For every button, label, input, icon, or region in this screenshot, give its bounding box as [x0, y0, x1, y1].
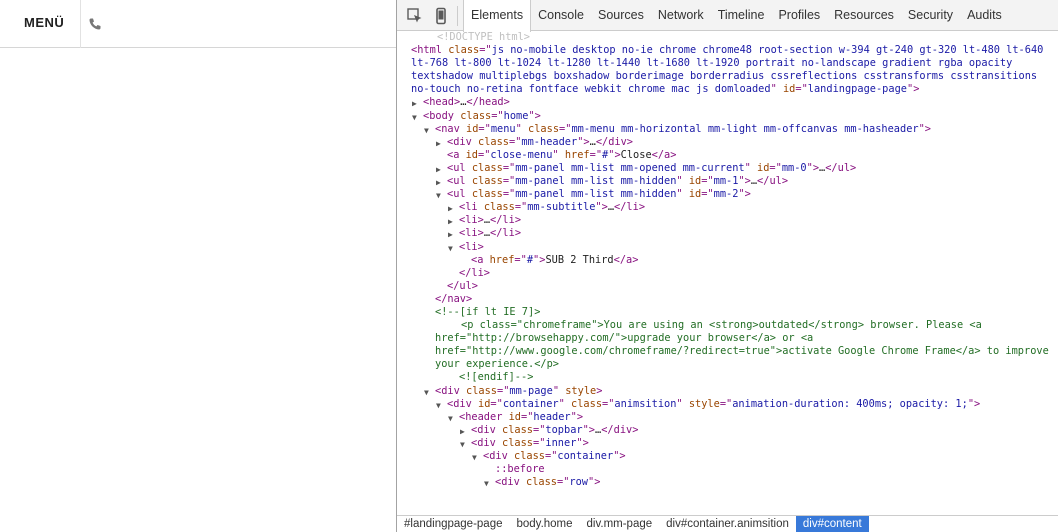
dom-node-nav[interactable]: ▼ <nav id="menu" class="mm-menu mm-horizo…	[397, 123, 1058, 136]
collapse-arrow-icon[interactable]: ▼	[436, 189, 445, 200]
expand-arrow-icon[interactable]: ▶	[436, 176, 445, 187]
dom-node-div-header[interactable]: ▶ <div class="mm-header">…</div>	[397, 136, 1058, 149]
expand-arrow-icon[interactable]: ▶	[436, 137, 445, 148]
device-mode-icon[interactable]	[432, 7, 450, 25]
dom-node-container[interactable]: ▼ <div id="container" class="animsition" …	[397, 398, 1058, 411]
tab-network[interactable]: Network	[651, 0, 711, 31]
collapse-arrow-icon[interactable]: ▼	[412, 111, 421, 122]
breadcrumb-item[interactable]: div.mm-page	[580, 516, 660, 532]
collapse-arrow-icon[interactable]: ▼	[460, 438, 469, 449]
dom-node-body[interactable]: ▼ <body class="home">	[397, 110, 1058, 123]
inspect-element-icon[interactable]	[406, 7, 424, 25]
dom-node-chromeframe[interactable]: <p class="chromeframe">You are using an …	[397, 319, 1058, 371]
topbar-divider	[80, 0, 81, 48]
dom-node-row[interactable]: ▼ <div class="row">	[397, 476, 1058, 489]
site-topbar: MENÜ	[0, 0, 396, 48]
dom-node-a-sub[interactable]: <a href="#">SUB 2 Third</a>	[397, 254, 1058, 267]
breadcrumb-item[interactable]: #landingpage-page	[397, 516, 509, 532]
tab-sources[interactable]: Sources	[591, 0, 651, 31]
collapse-arrow-icon[interactable]: ▼	[424, 386, 433, 397]
tab-elements[interactable]: Elements	[463, 0, 532, 32]
collapse-arrow-icon[interactable]: ▼	[436, 399, 445, 410]
dom-node-ul-2[interactable]: ▼ <ul class="mm-panel mm-list mm-hidden" …	[397, 188, 1058, 201]
collapse-arrow-icon[interactable]: ▼	[484, 477, 493, 488]
dom-node-ul-1[interactable]: ▶ <ul class="mm-panel mm-list mm-hidden" …	[397, 175, 1058, 188]
tab-console[interactable]: Console	[531, 0, 591, 31]
phone-icon[interactable]	[88, 17, 102, 31]
dom-node-li-subtitle[interactable]: ▶ <li class="mm-subtitle">…</li>	[397, 201, 1058, 214]
expand-arrow-icon[interactable]: ▶	[460, 425, 469, 436]
dom-node-html[interactable]: <html class="js no-mobile desktop no-ie …	[397, 44, 1058, 96]
breadcrumb-item[interactable]: div#container.animsition	[659, 516, 796, 532]
tab-timeline[interactable]: Timeline	[711, 0, 772, 31]
dom-node-ul-close[interactable]: </ul>	[397, 280, 1058, 293]
dom-node-mm-page[interactable]: ▼ <div class="mm-page" style>	[397, 385, 1058, 398]
expand-arrow-icon[interactable]: ▶	[436, 163, 445, 174]
tab-profiles[interactable]: Profiles	[771, 0, 827, 31]
devtools-panel: Elements Console Sources Network Timelin…	[396, 0, 1058, 532]
toolbar-divider	[457, 6, 458, 26]
expand-arrow-icon[interactable]: ▶	[448, 228, 457, 239]
page-preview: MENÜ	[0, 0, 396, 532]
dom-node-topbar[interactable]: ▶ <div class="topbar">…</div>	[397, 424, 1058, 437]
dom-node-ul-0[interactable]: ▶ <ul class="mm-panel mm-list mm-opened m…	[397, 162, 1058, 175]
breadcrumb-item[interactable]: body.home	[509, 516, 579, 532]
dom-node-before[interactable]: ::before	[397, 463, 1058, 476]
dom-node-li-close[interactable]: </li>	[397, 267, 1058, 280]
breadcrumb-item-active[interactable]: div#content	[795, 516, 869, 532]
dom-node-inner[interactable]: ▼ <div class="inner">	[397, 437, 1058, 450]
expand-arrow-icon[interactable]: ▶	[448, 215, 457, 226]
dom-node-inner-container[interactable]: ▼ <div class="container">	[397, 450, 1058, 463]
expand-arrow-icon[interactable]: ▶	[412, 97, 421, 108]
devtools-toolbar: Elements Console Sources Network Timelin…	[397, 0, 1058, 32]
dom-node-comment[interactable]: <!--[if lt IE 7]>	[397, 306, 1058, 319]
dom-node-li[interactable]: ▶ <li>…</li>	[397, 227, 1058, 240]
tab-audits[interactable]: Audits	[960, 0, 1009, 31]
dom-node-head[interactable]: ▶ <head>…</head>	[397, 96, 1058, 109]
dom-node-comment-end[interactable]: <![endif]-->	[397, 371, 1058, 384]
dom-node-doctype[interactable]: <!DOCTYPE html>	[397, 31, 1058, 44]
breadcrumb: #landingpage-page body.home div.mm-page …	[397, 515, 1058, 532]
expand-arrow-icon[interactable]: ▶	[448, 202, 457, 213]
menu-button[interactable]: MENÜ	[24, 15, 64, 30]
dom-node-li[interactable]: ▶ <li>…</li>	[397, 214, 1058, 227]
dom-node-a-close[interactable]: <a id="close-menu" href="#">Close</a>	[397, 149, 1058, 162]
collapse-arrow-icon[interactable]: ▼	[472, 451, 481, 462]
devtools-tabs: Elements Console Sources Network Timelin…	[463, 0, 1009, 32]
dom-node-nav-close[interactable]: </nav>	[397, 293, 1058, 306]
tab-resources[interactable]: Resources	[827, 0, 901, 31]
dom-tree: <!DOCTYPE html> <html class="js no-mobil…	[397, 31, 1058, 515]
collapse-arrow-icon[interactable]: ▼	[448, 242, 457, 253]
tab-security[interactable]: Security	[901, 0, 960, 31]
collapse-arrow-icon[interactable]: ▼	[448, 412, 457, 423]
collapse-arrow-icon[interactable]: ▼	[424, 124, 433, 135]
dom-node-header[interactable]: ▼ <header id="header">	[397, 411, 1058, 424]
dom-node-li-open[interactable]: ▼ <li>	[397, 241, 1058, 254]
